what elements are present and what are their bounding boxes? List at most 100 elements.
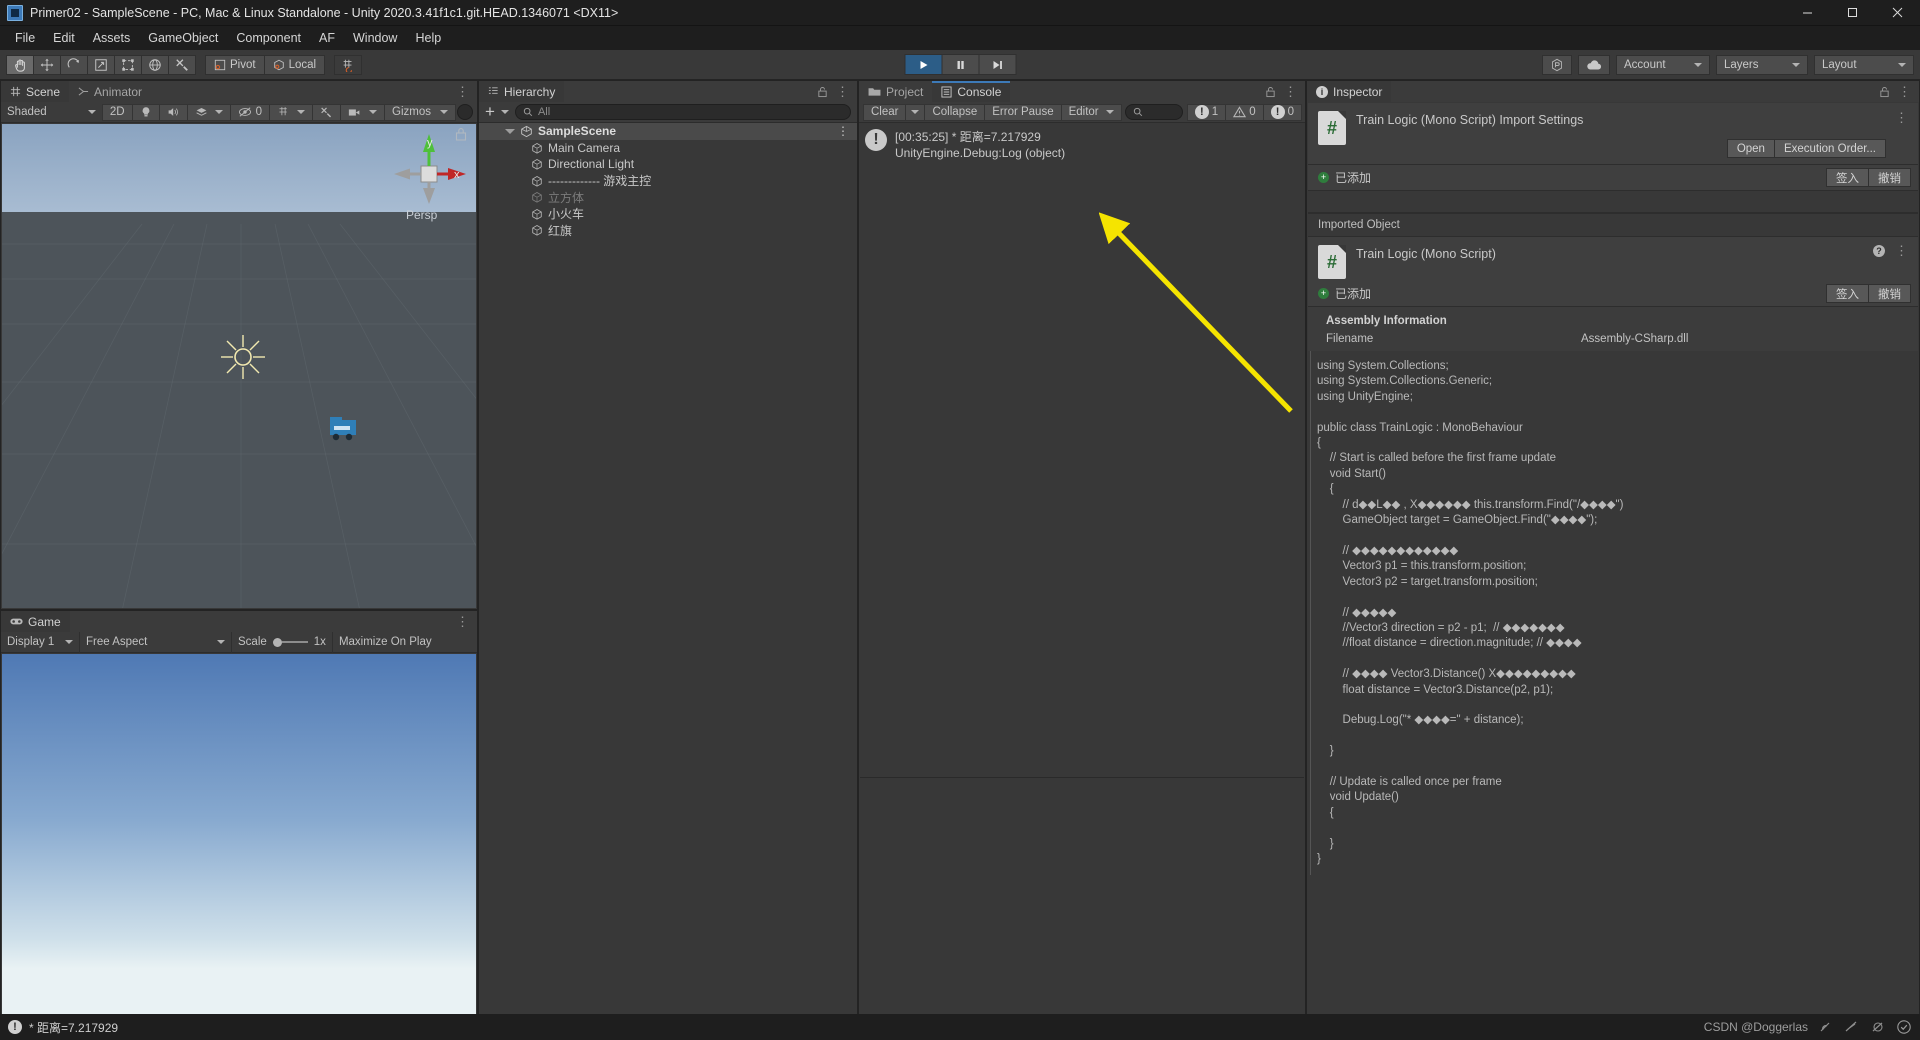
hierarchy-search-input[interactable]: All: [514, 104, 851, 120]
pivot-button[interactable]: Pivot: [205, 54, 265, 75]
console-log-list[interactable]: ! [00:35:25] * 距离=7.217929 UnityEngine.D…: [859, 123, 1305, 167]
console-splitter[interactable]: [860, 777, 1304, 778]
scene-grid-icon[interactable]: [269, 103, 314, 121]
game-viewport[interactable]: [2, 654, 476, 1040]
hierarchy-item-directional-light[interactable]: Directional Light: [479, 156, 857, 173]
hierarchy-item-train[interactable]: 小火车: [479, 206, 857, 223]
scene-lock-icon[interactable]: [454, 126, 468, 142]
ready-check-icon[interactable]: [1896, 1019, 1912, 1035]
warning-count-badge[interactable]: 0: [1225, 103, 1264, 121]
aspect-dropdown[interactable]: Free Aspect: [79, 631, 231, 653]
collab-icon[interactable]: [1542, 54, 1572, 75]
revert-button[interactable]: 撤销: [1868, 168, 1911, 187]
tab-hierarchy[interactable]: Hierarchy: [479, 81, 565, 102]
transform-tool-icon[interactable]: [141, 54, 169, 75]
display-dropdown[interactable]: Display 1: [1, 632, 79, 653]
hierarchy-item-flag[interactable]: 红旗: [479, 222, 857, 239]
hierarchy-scene-row[interactable]: SampleScene ⋮: [479, 123, 857, 140]
scene-tools-icon[interactable]: [312, 103, 342, 121]
hand-tool-icon[interactable]: [6, 54, 34, 75]
help-icon[interactable]: ?: [1873, 245, 1885, 257]
rect-tool-icon[interactable]: [114, 54, 142, 75]
console-search-input[interactable]: [1124, 104, 1183, 120]
kebab-menu-icon[interactable]: ⋮: [836, 85, 849, 98]
directional-light-gizmo[interactable]: [215, 329, 271, 385]
gizmos-dropdown[interactable]: Gizmos: [384, 103, 456, 121]
menu-assets[interactable]: Assets: [84, 28, 140, 48]
rotate-tool-icon[interactable]: [60, 54, 88, 75]
play-button[interactable]: [904, 54, 943, 75]
kebab-menu-icon[interactable]: ⋮: [1895, 111, 1908, 124]
scene-orientation-gizmo[interactable]: y x Persp: [390, 130, 470, 222]
effects-icon[interactable]: [186, 103, 231, 121]
scene-viewport[interactable]: y x Persp: [2, 124, 476, 608]
scale-slider-track[interactable]: [272, 637, 308, 647]
log-count-badge[interactable]: ! 1: [1186, 103, 1227, 121]
cloud-icon[interactable]: [1578, 54, 1610, 75]
local-button[interactable]: Local: [263, 54, 326, 75]
move-tool-icon[interactable]: [33, 54, 61, 75]
lighting-icon[interactable]: [131, 103, 160, 121]
editor-dropdown[interactable]: Editor: [1060, 103, 1122, 121]
mute-bug-icon[interactable]: [1818, 1020, 1834, 1034]
pause-button[interactable]: [941, 54, 980, 75]
lock-icon[interactable]: [1879, 86, 1890, 98]
menu-gameobject[interactable]: GameObject: [139, 28, 227, 48]
clear-button[interactable]: Clear: [863, 103, 907, 121]
error-count-badge[interactable]: ! 0: [1262, 103, 1302, 121]
menu-component[interactable]: Component: [227, 28, 310, 48]
kebab-menu-icon[interactable]: ⋮: [456, 85, 469, 98]
mute-log-icon[interactable]: [1870, 1020, 1886, 1034]
scale-slider[interactable]: Scale 1x: [231, 631, 332, 653]
kebab-menu-icon[interactable]: ⋮: [1895, 244, 1908, 257]
tab-animator[interactable]: Animator: [69, 81, 152, 102]
clear-options-dropdown[interactable]: [905, 103, 926, 121]
account-dropdown[interactable]: Account: [1616, 54, 1710, 75]
train-object[interactable]: [325, 409, 365, 445]
error-pause-button[interactable]: Error Pause: [984, 103, 1062, 121]
menu-af[interactable]: AF: [310, 28, 344, 48]
tab-project[interactable]: Project: [859, 81, 933, 102]
tab-inspector[interactable]: i Inspector: [1307, 81, 1392, 102]
minimize-button[interactable]: [1785, 0, 1830, 26]
scale-tool-icon[interactable]: [87, 54, 115, 75]
tab-game[interactable]: Game: [1, 611, 70, 632]
layout-dropdown[interactable]: Layout: [1814, 54, 1914, 75]
grid-snap-icon[interactable]: [334, 54, 363, 75]
scene-search-input[interactable]: [457, 104, 473, 120]
hierarchy-item-cube[interactable]: 立方体: [479, 189, 857, 206]
kebab-menu-icon[interactable]: ⋮: [1898, 85, 1911, 98]
custom-tool-icon[interactable]: [168, 54, 196, 75]
collapse-button[interactable]: Collapse: [924, 103, 986, 121]
revert-button[interactable]: 撤销: [1868, 284, 1911, 303]
layers-dropdown[interactable]: Layers: [1716, 54, 1808, 75]
mute-layers-icon[interactable]: [1844, 1020, 1860, 1034]
menu-window[interactable]: Window: [344, 28, 406, 48]
menu-edit[interactable]: Edit: [44, 28, 84, 48]
camera-settings-icon[interactable]: [340, 103, 386, 121]
toggle-2d-button[interactable]: 2D: [101, 103, 133, 121]
execution-order-button[interactable]: Execution Order...: [1773, 139, 1886, 158]
checkin-button[interactable]: 签入: [1826, 168, 1869, 187]
game-tab-menu[interactable]: ⋮: [456, 611, 477, 632]
menu-file[interactable]: File: [6, 28, 44, 48]
audio-icon[interactable]: [158, 103, 188, 121]
close-button[interactable]: [1875, 0, 1920, 26]
expand-triangle-icon[interactable]: [505, 128, 515, 134]
tab-console[interactable]: Console: [932, 81, 1011, 102]
lock-icon[interactable]: [817, 86, 828, 98]
shading-mode-dropdown[interactable]: Shaded: [1, 102, 102, 123]
kebab-menu-icon[interactable]: ⋮: [1284, 85, 1297, 98]
step-button[interactable]: [978, 54, 1017, 75]
scene-tab-menu[interactable]: ⋮: [456, 81, 477, 102]
lock-icon[interactable]: [1265, 86, 1276, 98]
checkin-button[interactable]: 签入: [1826, 284, 1869, 303]
tab-scene[interactable]: Scene: [1, 81, 70, 102]
maximize-on-play-button[interactable]: Maximize On Play: [331, 631, 438, 653]
hidden-objects-toggle[interactable]: 0: [229, 103, 271, 121]
maximize-button[interactable]: [1830, 0, 1875, 26]
menu-help[interactable]: Help: [406, 28, 450, 48]
add-object-button[interactable]: +: [485, 103, 495, 120]
hierarchy-item-main-camera[interactable]: Main Camera: [479, 140, 857, 157]
chevron-down-icon[interactable]: [500, 110, 509, 114]
